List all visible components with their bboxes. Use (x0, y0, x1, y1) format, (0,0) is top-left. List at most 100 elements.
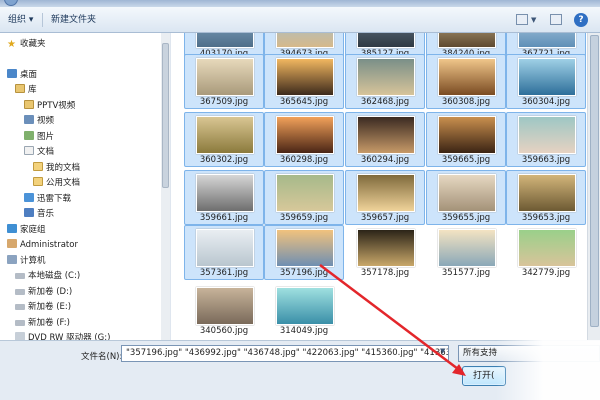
file-name: 360298.jpg (279, 155, 329, 165)
new-folder-button[interactable]: 新建文件夹 (48, 13, 99, 28)
preview-pane-icon[interactable] (550, 14, 562, 25)
nav-scrollbar-thumb[interactable] (162, 43, 169, 188)
image-preview (518, 229, 576, 267)
organize-button[interactable]: 组织 ▾ (5, 13, 36, 28)
desktop-icon (7, 69, 17, 78)
star-icon: ★ (7, 39, 16, 50)
drive-icon (15, 273, 25, 279)
nav-item-label: 计算机 (20, 256, 46, 266)
file-name: 359659.jpg (279, 213, 329, 223)
nav-item-label: 家庭组 (20, 225, 46, 235)
image-preview (196, 33, 254, 48)
file-name: 359663.jpg (521, 155, 571, 165)
image-preview (196, 287, 254, 325)
image-preview (196, 229, 254, 267)
nav-item-label: 公用文档 (46, 178, 81, 188)
filename-dropdown-icon[interactable]: ▼ (440, 347, 445, 355)
image-preview (357, 229, 415, 267)
file-name: 360308.jpg (441, 97, 491, 107)
file-name: 359661.jpg (199, 213, 249, 223)
nav-item-label: 迅雷下载 (37, 194, 72, 204)
nav-item[interactable]: 我的文档 (33, 162, 80, 175)
image-preview (438, 58, 496, 96)
nav-item-label: DVD RW 驱动器 (G:) (28, 333, 111, 340)
folder-icon (33, 162, 43, 171)
content-scrollbar[interactable] (587, 33, 600, 340)
back-icon[interactable] (4, 0, 18, 6)
image-preview (357, 116, 415, 154)
nav-item-label: 桌面 (20, 70, 38, 80)
nav-item[interactable]: Administrator (7, 239, 78, 252)
filename-input[interactable]: "357196.jpg" "436992.jpg" "436748.jpg" "… (121, 345, 449, 362)
nav-item[interactable]: 家庭组 (7, 224, 46, 237)
file-name: 351577.jpg (441, 268, 491, 278)
nav-item[interactable]: 视频 (24, 115, 54, 128)
image-preview (518, 174, 576, 212)
nav-item-label: 收藏夹 (20, 39, 46, 49)
nav-item[interactable]: 新加卷 (F:) (15, 317, 70, 330)
drive-icon (15, 304, 25, 310)
file-name: 360302.jpg (199, 155, 249, 165)
nav-item[interactable]: 本地磁盘 (C:) (15, 270, 80, 283)
image-preview (276, 116, 334, 154)
navigation-pane: ★ 收藏夹桌面库 PPTV视频视频图片文档我的文档公用文档迅雷下载音乐家庭组 Admi… (0, 33, 170, 340)
nav-item-label: 新加卷 (D:) (28, 287, 73, 297)
nav-item-label: 音乐 (37, 209, 55, 219)
nav-item[interactable]: PPTV视频 (24, 100, 75, 113)
title-strip (0, 0, 600, 7)
user-icon (7, 239, 17, 248)
open-button[interactable]: 打开( (462, 366, 506, 386)
image-preview (518, 116, 576, 154)
file-name: 357196.jpg (279, 268, 329, 278)
file-name: 340560.jpg (199, 326, 249, 336)
nav-item[interactable]: 迅雷下载 (24, 193, 71, 206)
nav-item-label: 新加卷 (F:) (28, 318, 70, 328)
dialog-footer: 文件名(N): "357196.jpg" "436992.jpg" "43674… (0, 340, 600, 400)
nav-item[interactable]: 桌面 (7, 69, 37, 82)
nav-item[interactable]: 图片 (24, 131, 54, 144)
nav-item[interactable]: 新加卷 (E:) (15, 301, 71, 314)
nav-item-label: 视频 (37, 116, 55, 126)
filename-label: 文件名(N): (81, 352, 123, 362)
file-name: 360304.jpg (521, 97, 571, 107)
image-preview (438, 229, 496, 267)
content-scrollbar-thumb[interactable] (590, 35, 599, 327)
music-icon (24, 208, 34, 217)
nav-item[interactable]: 文档 (24, 146, 54, 159)
nav-item-label: 文档 (37, 147, 55, 157)
download-icon (24, 193, 34, 202)
homegroup-icon (7, 224, 17, 233)
file-grid: 403170.jpg394673.jpg385127.jpg384240.jpg… (171, 33, 587, 340)
image-preview (357, 58, 415, 96)
nav-item-label: 新加卷 (E:) (28, 302, 72, 312)
image-preview (357, 174, 415, 212)
nav-item[interactable]: 新加卷 (D:) (15, 286, 72, 299)
nav-item-label: Administrator (20, 240, 78, 250)
nav-item[interactable]: ★ 收藏夹 (7, 38, 46, 51)
nav-item[interactable]: DVD RW 驱动器 (G:) (15, 332, 110, 340)
image-preview (518, 33, 576, 48)
help-icon[interactable]: ? (574, 13, 588, 27)
nav-scrollbar[interactable] (161, 33, 170, 340)
nav-item[interactable]: 公用文档 (33, 177, 80, 190)
file-type-filter[interactable]: 所有支持 (458, 345, 600, 362)
nav-item[interactable]: 计算机 (7, 255, 46, 268)
nav-item[interactable]: 音乐 (24, 208, 54, 221)
chevron-down-icon[interactable]: ▼ (531, 16, 536, 24)
image-preview (196, 58, 254, 96)
image-preview (518, 58, 576, 96)
file-name: 359653.jpg (521, 213, 571, 223)
file-name: 359665.jpg (441, 155, 491, 165)
file-name: 359655.jpg (441, 213, 491, 223)
image-preview (438, 174, 496, 212)
file-name: 357178.jpg (360, 268, 410, 278)
file-name: 342779.jpg (521, 268, 571, 278)
image-preview (276, 287, 334, 325)
video-icon (24, 115, 34, 124)
view-options-icon[interactable] (516, 14, 528, 25)
nav-item[interactable]: 库 (15, 84, 37, 97)
image-preview (196, 174, 254, 212)
nav-item-label: 图片 (37, 132, 55, 142)
file-name: 359657.jpg (360, 213, 410, 223)
file-name: 362468.jpg (360, 97, 410, 107)
